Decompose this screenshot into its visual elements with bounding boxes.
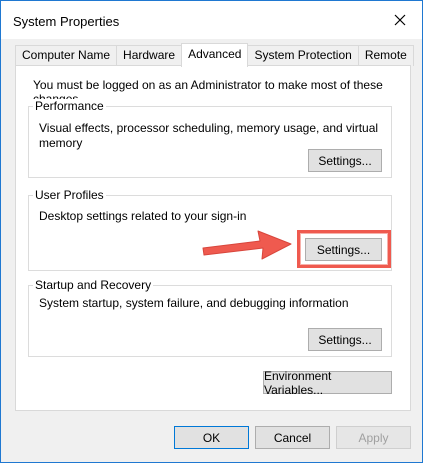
startup-recovery-group-title: Startup and Recovery: [33, 278, 154, 292]
performance-group: Performance Visual effects, processor sc…: [28, 99, 392, 178]
tab-system-protection[interactable]: System Protection: [247, 45, 359, 66]
close-icon: [394, 14, 406, 26]
tab-hardware[interactable]: Hardware: [116, 45, 183, 66]
apply-button[interactable]: Apply: [336, 426, 411, 449]
annotation-arrow-icon: [202, 230, 292, 260]
ok-button[interactable]: OK: [174, 426, 249, 449]
tab-remote[interactable]: Remote: [357, 45, 414, 66]
tab-strip: Computer Name Hardware Advanced System P…: [15, 43, 414, 67]
cancel-button[interactable]: Cancel: [255, 426, 330, 449]
user-profiles-group-title: User Profiles: [33, 188, 106, 202]
window-title: System Properties: [13, 14, 120, 29]
startup-recovery-settings-button[interactable]: Settings...: [308, 328, 382, 351]
performance-description-line1: Visual effects, processor scheduling, me…: [39, 121, 379, 135]
performance-description: Visual effects, processor scheduling, me…: [39, 121, 378, 151]
startup-recovery-group: Startup and Recovery System startup, sys…: [28, 278, 392, 357]
user-profiles-description: Desktop settings related to your sign-in: [39, 209, 247, 223]
title-bar: System Properties: [1, 1, 422, 39]
system-properties-window: System Properties Computer Name Hardware…: [0, 0, 423, 463]
tab-advanced[interactable]: Advanced: [181, 43, 249, 67]
startup-recovery-description: System startup, system failure, and debu…: [39, 296, 349, 310]
close-button[interactable]: [378, 1, 422, 39]
performance-settings-button[interactable]: Settings...: [308, 149, 382, 172]
user-profiles-settings-button[interactable]: Settings...: [305, 238, 382, 261]
performance-group-title: Performance: [33, 99, 106, 113]
tab-computer-name[interactable]: Computer Name: [15, 45, 118, 66]
environment-variables-button[interactable]: Environment Variables...: [263, 369, 392, 397]
